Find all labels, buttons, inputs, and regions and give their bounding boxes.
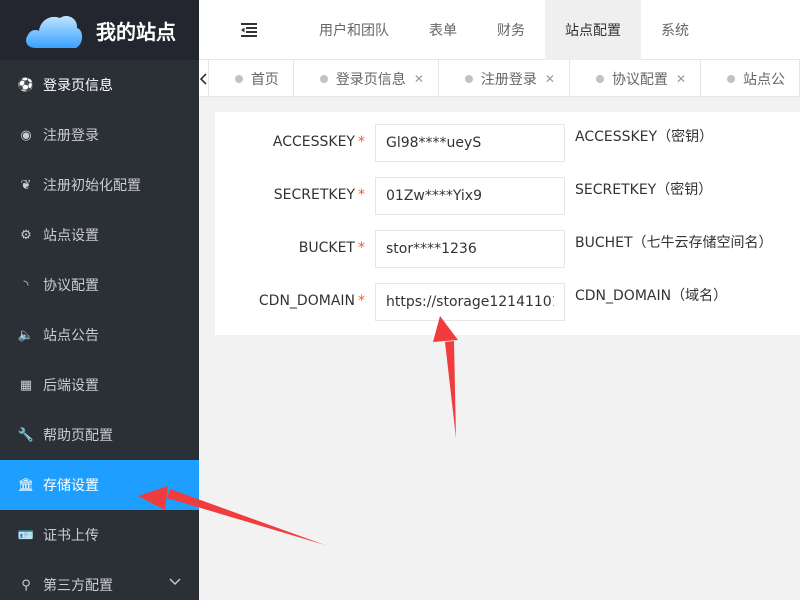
tab-dot-icon [727,74,735,83]
form-row: ACCESSKEY* ACCESSKEY（密钥） [215,124,800,162]
rss-icon: ◝ [23,277,29,293]
site-name: 我的站点 [96,19,176,44]
tab-dot-icon [234,74,243,83]
collapse-sidebar-button[interactable] [199,0,299,60]
sidebar-item-label: 站点公告 [43,328,99,344]
close-tab-icon[interactable]: ✕ [676,72,686,86]
tab-list: 首页 登录页信息 ✕ 注册登录 ✕ 协议配置 ✕ 站点公 [209,60,800,97]
sidebar-item-label: 站点设置 [43,228,99,244]
field-label-text: ACCESSKEY [272,134,355,150]
tab[interactable]: 协议配置 ✕ [570,60,701,97]
field-label: BUCKET * [215,240,365,256]
sidebar-item-label: 后端设置 [43,378,99,394]
field-label-text: CDN_DOMAIN [258,293,355,309]
top-nav-item[interactable]: 表单 [409,0,477,60]
field-label-text: BUCKET [298,240,355,256]
cloud-logo-icon [26,16,83,48]
tab[interactable]: 站点公 [701,60,800,97]
sidebar-item[interactable]: 🔈 站点公告 [0,310,199,360]
form-row: SECRETKEY* SECRETKEY（密钥） [215,177,800,215]
tab-label: 站点公 [743,71,785,88]
required-mark: * [358,187,365,203]
form-row: BUCKET* BUCHET（七牛云存储空间名） [215,230,800,268]
sidebar-item[interactable]: ◝ 协议配置 [0,260,199,310]
field-help-text: SECRETKEY（密钥） [575,182,713,198]
soccer-ball-icon: ⚽ [17,77,35,93]
top-nav-items: 用户和团队 表单 财务 站点配置 系统 [299,0,709,60]
top-nav-item[interactable]: 站点配置 [545,0,641,60]
sidebar-menu: ⚽ 登录页信息 ◉ 注册登录 ❦ 注册初始化配置 ⚙ 站点设置 ◝ 协议配置 🔈 站点公告 ▦ 后端设置 🔧… [0,60,199,600]
volume-icon: 🔈 [17,327,35,343]
field-help-text: BUCHET（七牛云存储空间名） [575,235,773,251]
sidebar-item-label: 登录页信息 [43,78,113,94]
field-input[interactable] [375,230,565,268]
page-tabs: 首页 登录页信息 ✕ 注册登录 ✕ 协议配置 ✕ 站点公 [199,60,800,97]
sidebar-item-label: 存储设置 [43,478,99,494]
grid-icon: ▦ [19,377,33,393]
indent-icon [241,22,257,37]
tab[interactable]: 登录页信息 ✕ [294,60,439,97]
sidebar-item-label: 证书上传 [43,528,99,544]
sidebar-item[interactable]: 🪪 证书上传 [0,510,199,560]
tab-label: 注册登录 [480,71,537,88]
close-tab-icon[interactable]: ✕ [414,72,424,86]
field-label: ACCESSKEY * [215,134,365,150]
tab-dot-icon [595,74,604,83]
sidebar-item-label: 注册登录 [43,128,99,144]
tab-label: 首页 [250,71,279,88]
bank-icon: 🏛 [17,477,35,493]
logo[interactable]: 我的站点 [0,0,199,60]
chevron-left-icon [200,72,207,85]
sidebar-item[interactable]: ❦ 注册初始化配置 [0,160,199,210]
top-nav: 用户和团队 表单 财务 站点配置 系统 [199,0,800,60]
sidebar-item[interactable]: ▦ 后端设置 [0,360,199,410]
dashboard-icon: ◉ [20,127,32,143]
leaf-icon: ❦ [20,177,32,193]
field-label-text: SECRETKEY [273,187,355,203]
tab[interactable]: 首页 [209,60,294,97]
field-help-text: CDN_DOMAIN（域名） [575,288,728,304]
close-tab-icon[interactable]: ✕ [545,72,555,86]
tabs-scroll-left-button[interactable] [199,60,209,97]
sidebar-item[interactable]: ⚙ 站点设置 [0,210,199,260]
sidebar-item-label: 协议配置 [43,278,99,294]
sidebar: 我的站点 ⚽ 登录页信息 ◉ 注册登录 ❦ 注册初始化配置 ⚙ 站点设置 ◝ 协议配置 🔈 站点公告 ▦… [0,0,199,600]
top-nav-item[interactable]: 财务 [477,0,545,60]
top-nav-item[interactable]: 系统 [641,0,709,60]
sidebar-item[interactable]: ⚲ 第三方配置 [0,560,199,600]
sidebar-item-label: 帮助页配置 [43,428,113,444]
field-label: SECRETKEY * [215,187,365,203]
field-input[interactable] [375,283,565,321]
sidebar-item-label: 注册初始化配置 [43,178,141,194]
required-mark: * [358,134,365,150]
tab-dot-icon [464,74,473,83]
sidebar-item-label: 第三方配置 [43,578,113,594]
chevron-down-icon [169,578,181,585]
sidebar-item[interactable]: ◉ 注册登录 [0,110,199,160]
form-row: CDN_DOMAIN* CDN_DOMAIN（域名） [215,283,800,321]
field-label: CDN_DOMAIN * [215,293,365,309]
tab[interactable]: 注册登录 ✕ [439,60,570,97]
wrench-icon: 🔧 [17,427,35,443]
gear-icon: ⚙ [20,227,32,243]
field-input[interactable] [375,124,565,162]
field-input[interactable] [375,177,565,215]
required-mark: * [358,240,365,256]
field-help-text: ACCESSKEY（密钥） [575,129,714,145]
user-icon: ⚲ [21,577,31,593]
id-card-icon: 🪪 [17,527,35,543]
tab-label: 协议配置 [611,71,668,88]
sidebar-item[interactable]: 🔧 帮助页配置 [0,410,199,460]
storage-settings-form: ACCESSKEY*ACCESSKEY（密钥）SECRETKEY*SECRETK… [215,112,800,335]
tab-dot-icon [319,74,328,83]
sidebar-item[interactable]: 🏛 存储设置 [0,460,199,510]
sidebar-item[interactable]: ⚽ 登录页信息 [0,60,199,110]
tab-label: 登录页信息 [335,71,406,88]
required-mark: * [358,293,365,309]
top-nav-item[interactable]: 用户和团队 [299,0,409,60]
